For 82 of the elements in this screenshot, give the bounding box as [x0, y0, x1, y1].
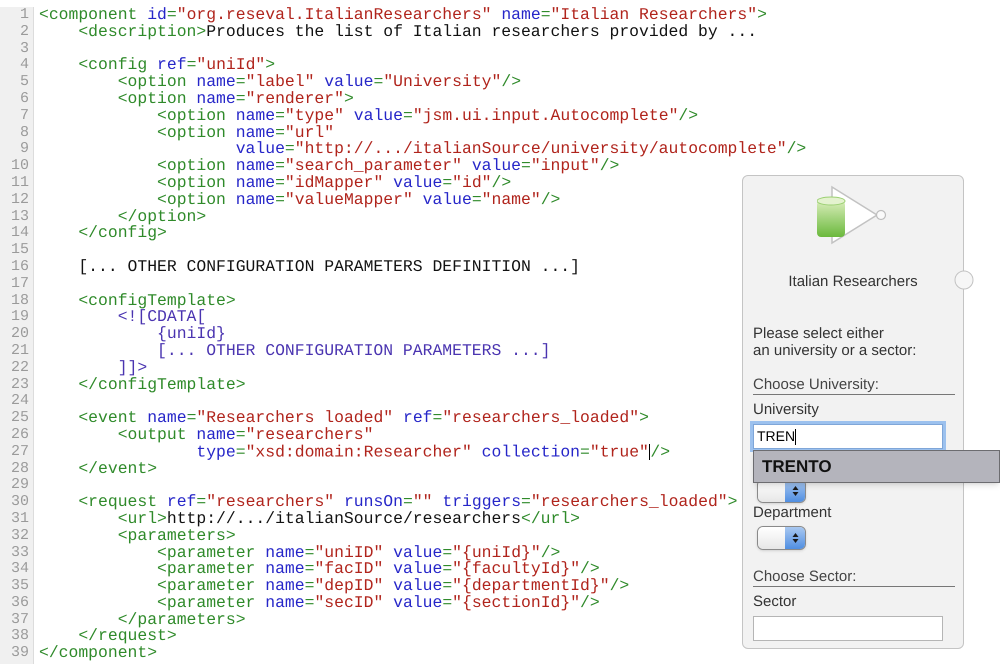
- line-number: 39: [10, 645, 30, 662]
- code-line: <parameters>: [116, 528, 236, 544]
- code-line: <parameter name="depID" value="{departmentId}"/>: [156, 578, 630, 595]
- line-number: 16: [10, 258, 30, 276]
- line-number: 8: [18, 124, 30, 142]
- code-line: <parameter name="uniID" value="{uniId}"/>: [157, 544, 560, 562]
- line-number: 23: [10, 376, 30, 394]
- line-number: 27: [10, 444, 30, 461]
- line-number: 33: [10, 544, 30, 562]
- code-line: </config>: [77, 225, 167, 242]
- code-line: <request ref="researchers" runsOn="" triggers="researchers_loaded">: [77, 494, 738, 511]
- line-number: 2: [18, 24, 30, 41]
- line-number: 18: [10, 292, 30, 310]
- input-field[interactable]: TREN: [753, 424, 943, 449]
- code-line: type="xsd:domain:Researcher" collection="true"/>: [195, 444, 670, 461]
- code-line: value="http://.../italianSource/university/autocomplete"/>: [234, 141, 806, 158]
- line-number: 25: [10, 410, 30, 427]
- line-number: 29: [10, 477, 30, 494]
- code-line: <component id="org.reseval.ItalianResearchers" name="Italian Researchers">: [39, 7, 767, 24]
- code-line: <event name="Researchers loaded" ref="researchers_loaded">: [77, 410, 649, 427]
- code-line: </option>: [118, 208, 206, 226]
- line-number: 14: [10, 225, 30, 242]
- line-number: 11: [10, 174, 30, 192]
- code-line: <parameter name="facID" value="{facultyId}"/>: [156, 561, 600, 578]
- line-number: 24: [10, 393, 30, 410]
- code-line: <option name="type" value="jsm.ui.input.Autocomplete"/>: [157, 108, 698, 125]
- line-number: 31: [10, 510, 30, 528]
- component-title: Italian Researchers: [787, 273, 919, 291]
- line-number: 17: [10, 276, 30, 293]
- line-number: 28: [10, 460, 30, 478]
- line-number: 6: [18, 90, 30, 108]
- code-line: <option name="idMapper" value="id"/>: [156, 174, 512, 192]
- line-number: 3: [18, 40, 30, 58]
- field-label: University: [753, 401, 820, 419]
- line-number: 20: [10, 326, 30, 343]
- code-line: <option name="url": [156, 124, 334, 142]
- code-line: [... OTHER CONFIGURATION PARAMETERS ...]: [156, 342, 550, 360]
- line-number: 12: [10, 192, 30, 209]
- field-label: Sector: [753, 593, 798, 611]
- code-line: <url>http://.../italianSource/researchers</url>: [118, 510, 580, 528]
- line-number: 19: [10, 309, 30, 326]
- line-number: 30: [10, 494, 30, 511]
- code-line: <option name="search_parameter" value="input"/>: [156, 158, 620, 175]
- line-number: 22: [10, 360, 30, 377]
- line-number: 26: [10, 426, 30, 444]
- suggestion-item[interactable]: TRENTO: [754, 451, 999, 482]
- line-number: 5: [18, 74, 30, 91]
- code-line: </parameters>: [118, 612, 246, 628]
- code-line: </event>: [77, 460, 158, 478]
- line-number: 9: [18, 141, 30, 158]
- code-line: <option name="valueMapper" value="name"/>: [156, 192, 560, 209]
- code-line: </component>: [39, 645, 158, 662]
- line-number: 35: [10, 578, 30, 595]
- line-number: 36: [10, 594, 30, 612]
- code-line: <option name="renderer">: [116, 90, 354, 108]
- code-line: <description>Produces the list of Italian researchers provided by ...: [78, 24, 758, 41]
- code-line: ]]>: [116, 360, 148, 377]
- line-number: 38: [10, 628, 30, 646]
- code-line: [... OTHER CONFIGURATION PARAMETERS DEFINITION ...]: [77, 258, 580, 276]
- line-number: 34: [10, 561, 30, 578]
- code-line: <option name="label" value="University"/>: [118, 74, 522, 91]
- line-number: 13: [10, 208, 30, 226]
- code-line: <output name="researchers": [116, 426, 374, 444]
- code-line: </request>: [78, 628, 177, 646]
- line-number: 37: [10, 612, 30, 628]
- line-number: 4: [18, 57, 30, 74]
- code-line: <config ref="uniId">: [77, 57, 276, 74]
- code-line: </configTemplate>: [77, 376, 246, 394]
- section-heading: Choose University:: [753, 376, 955, 395]
- code-line: <parameter name="secID" value="{sectionId}"/>: [156, 594, 600, 612]
- line-number: 10: [10, 158, 30, 175]
- line-number: 21: [10, 342, 30, 360]
- code-line: <![CDATA[: [118, 309, 206, 326]
- line-number: 1: [18, 7, 30, 24]
- line-number: 15: [10, 242, 30, 259]
- instructions-text: Please select either an university or a sector:: [753, 325, 918, 359]
- field-label: Department: [753, 504, 832, 522]
- line-number: 32: [10, 528, 30, 544]
- line-number: 7: [18, 108, 30, 125]
- code-line: {uniId}: [157, 326, 226, 343]
- section-heading: Choose Sector:: [753, 568, 955, 587]
- code-line: <configTemplate>: [77, 292, 236, 310]
